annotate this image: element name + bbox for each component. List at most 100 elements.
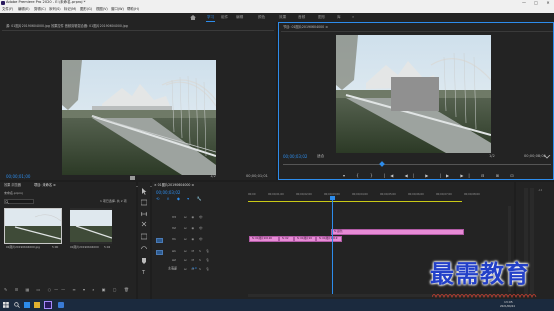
workspace-overflow-icon[interactable]: » [352,15,354,20]
workspace-tab-graphics[interactable]: 图形 [318,15,325,20]
ruler-tick: 00;00;04;00 [352,193,368,196]
clip-label: fx 01图片2019 [319,236,338,240]
source-patch-v1[interactable] [156,238,163,243]
track-headers: V3 V2 V1 A1 A2 A3 ⊟ ◉ 👁 ⊟ ◉ 👁 ⊟ ◉ 👁 ⊟ M … [152,204,248,274]
program-ratio-select[interactable]: 1/2 [489,154,495,159]
workspace-tab-effects[interactable]: 效果 [279,15,286,20]
menu-marker[interactable]: 标记(M) [64,7,76,11]
v2-color-clip[interactable]: fx 颜色 [331,229,464,235]
tools-panel: T [138,182,150,299]
ruler-tick: 00;00;01;00 [268,193,284,196]
source-monitor-tab[interactable]: 源: 01图片20190604000.jpg 效果控件 音频剪辑混合器: 01图… [6,24,128,28]
track-label-v3[interactable]: V3 [172,216,176,219]
taskview-icon[interactable] [24,302,30,308]
home-icon[interactable] [190,15,196,20]
tab-divider [2,30,274,31]
track-controls-v2[interactable]: ⊟ ◉ 👁 [184,227,205,230]
menu-file[interactable]: 文件(F) [2,7,13,11]
v1-clip[interactable]: fx 02 [279,236,294,242]
color-matte-overlay[interactable] [391,77,439,111]
clip-label: fx 02 [282,236,289,240]
program-timeline-bar[interactable] [283,164,551,165]
workspace-tab-editing[interactable]: 编辑 [236,15,243,20]
clock-date[interactable]: 2021/06/24 [500,305,515,309]
workspace-tab-color[interactable]: 颜色 [258,15,265,20]
v1-clip[interactable]: fx 01图片2019 [316,236,342,242]
source-insert-icon[interactable] [130,176,135,180]
master-track-label: 主声道 [168,266,178,270]
timeline-tab[interactable]: × 01图片20190604000 ≡ [154,183,194,187]
source-timecode[interactable]: 00;00;01;00 [6,175,30,179]
windows-start-icon[interactable] [3,302,9,308]
ruler-tick: 00;00;02;00 [296,193,312,196]
program-transport-controls[interactable]: ▾ { } |◀ ◀| ▶ |▶ ▶| ⊟ ⊞ ⊡ [343,174,519,178]
timeline-ruler[interactable]: 00;00 00;00;01;00 00;00;02;00 00;00;03;0… [248,192,508,202]
workspace-tab-audio[interactable]: 音频 [298,15,305,20]
menu-help[interactable]: 帮助(H) [127,7,139,11]
file-explorer-icon[interactable] [34,302,40,308]
program-fit-select[interactable]: 适合 [317,154,324,159]
program-settings-icon[interactable] [543,155,551,159]
search-icon [5,200,9,204]
workspace-tab-assembly[interactable]: 组件 [221,15,228,20]
work-area-bar[interactable] [248,201,462,202]
track-controls-v3[interactable]: ⊟ ◉ 👁 [184,216,205,219]
track-controls-v1[interactable]: ⊟ ◉ 👁 [184,238,205,241]
menu-window[interactable]: 窗口(W) [111,7,124,11]
track-controls-a1[interactable]: ⊟ M S 🎙 [184,250,212,253]
watermark-decoration [432,294,537,299]
project-bottom-toolbar[interactable]: ✎ ☰ ▦ ▭ ○—— ≡ ▾ ⌕ ▣ ▢ 🗑 [4,288,132,292]
tool-icons[interactable]: T [141,188,147,278]
app-taskbar-icon[interactable] [58,302,64,308]
timeline-playhead[interactable] [332,200,333,297]
project-tab[interactable]: 项目: 未命名 ≡ [34,183,56,187]
timeline-toolbar[interactable]: ⟲ ∩ ◆ ▾ 🔧 [156,197,204,201]
master-volume[interactable]: 0.0 [192,267,197,270]
v1-clip[interactable]: fx 01图片20 [294,236,316,242]
project-path: 未命名.prproj [4,191,23,195]
clip-label: fx 01图片20190 [252,236,273,240]
ruler-tick: 00;00;08;00 [464,193,480,196]
menu-graphics[interactable]: 图形(G) [80,7,92,11]
program-timecode[interactable]: 00;00;03;02 [283,155,307,159]
track-controls-a3[interactable]: ⊟ M S 🎙 [184,268,212,271]
track-label-a2[interactable]: A2 [172,259,176,262]
source-video-frame [62,60,216,175]
source-duration: 00;00;01;01 [246,174,268,178]
v1-clip[interactable]: fx 01图片20190 [249,236,279,242]
track-label-v1[interactable]: V1 [172,238,176,241]
project-item-thumbnail-selected[interactable] [4,208,62,244]
tab-divider [281,31,553,32]
workspace-tab-learn[interactable]: 学习 [207,15,214,20]
track-controls-a2[interactable]: ⊟ M S 🎙 [184,259,212,262]
playhead-handle[interactable] [330,196,335,200]
menu-clip[interactable]: 剪辑(C) [34,7,46,11]
source-patch-a1[interactable] [156,250,163,255]
ruler-tick: 00;00;06;00 [408,193,424,196]
selection-count: 1 项已选择, 共 2 项 [100,199,127,203]
project-item-name: 01图片20190604000.jpg [6,245,40,249]
window-title: Adobe Premiere Pro 2020 - E:\未命名.prproj … [6,0,86,4]
clock-time[interactable]: 13:05 [504,301,513,304]
menu-sequence[interactable]: 序列(S) [49,7,61,11]
program-playhead[interactable] [379,161,385,167]
project-item-thumbnail[interactable] [70,208,112,244]
effects-browser-tab[interactable]: 效果 浏览器 [4,183,21,187]
sequence-thumbnail [70,210,112,242]
search-icon[interactable] [14,302,20,308]
menu-view[interactable]: 视图(V) [96,7,108,11]
audio-meter-right [530,188,534,296]
workspace-bar: 学习 组件 编辑 颜色 效果 音频 图形 库 » [0,13,554,22]
source-ratio-select[interactable]: 1/2 [210,174,216,179]
project-item-name: 01图片20190604000 [70,245,99,249]
premiere-taskbar-icon[interactable] [44,301,52,309]
timeline-timecode[interactable]: 00;00;03;02 [156,191,180,195]
program-monitor-tab[interactable]: 节目: 01图片20190604000 ≡ [283,25,328,29]
track-label-a1[interactable]: A1 [172,250,176,253]
ruler-tick: 00;00 [248,193,256,196]
workspace-tab-libraries[interactable]: 库 [337,15,341,20]
program-monitor-panel: 节目: 01图片20190604000 ≡ 00;00;03;02 适合 1/2… [278,22,554,180]
meter-scale: -12 [538,189,543,192]
track-label-v2[interactable]: V2 [172,227,176,230]
menu-edit[interactable]: 编辑(E) [18,7,30,11]
